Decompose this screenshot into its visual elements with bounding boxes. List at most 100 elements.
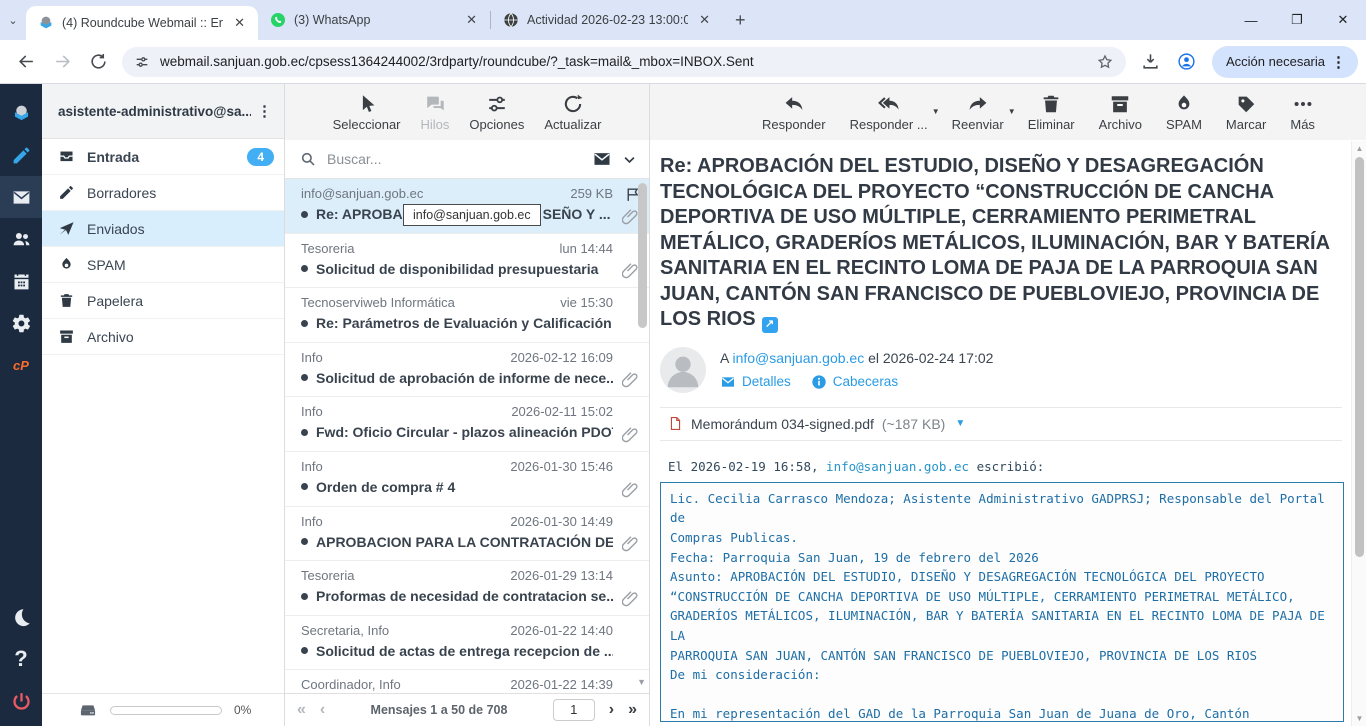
contacts-nav-button[interactable] [0,218,42,260]
folder-item-archivo[interactable]: Archivo [42,319,284,355]
message-list-item[interactable]: Secretaria, Info2026-01-22 14:40 Solicit… [285,616,649,671]
bookmark-star-icon[interactable] [1096,53,1114,71]
download-icon[interactable] [1134,46,1166,78]
page-number-input[interactable]: 1 [553,699,595,721]
new-tab-button[interactable]: + [723,10,758,31]
headers-link[interactable]: Cabeceras [811,374,898,390]
message-list-item[interactable]: Info2026-02-12 16:09 Solicitud de aproba… [285,343,649,398]
attachment-item[interactable]: Memorándum 034-signed.pdf (~187 KB) ▼ [660,407,1342,441]
next-page-button[interactable]: › [609,701,614,719]
folder-item-borradores[interactable]: Borradores [42,175,284,211]
url-text[interactable]: webmail.sanjuan.gob.ec/cpsess1364244002/… [160,54,1096,69]
attachment-menu-caret-icon[interactable]: ▼ [955,418,965,429]
message-list-item[interactable]: Coordinador, Info2026-01-22 14:39 [285,670,649,693]
recipient-email-link[interactable]: info@sanjuan.gob.ec [732,350,864,366]
message-subject-text: Solicitud de disponibilidad presupuestar… [316,261,598,277]
folder-item-spam[interactable]: SPAM [42,247,284,283]
archivo-button[interactable]: Archivo [1099,93,1142,132]
recipient-line: A info@sanjuan.gob.ec el 2026-02-24 17:0… [720,350,993,366]
folder-label: Borradores [87,185,274,201]
reenviar-button[interactable]: ▼Reenviar [952,93,1004,132]
message-list-item[interactable]: Tesorerialun 14:44 Solicitud de disponib… [285,234,649,289]
opciones-button[interactable]: Opciones [469,93,524,132]
folder-item-enviados[interactable]: Enviados [42,211,284,247]
tab-close-icon[interactable]: ✕ [231,15,248,31]
mail-nav-button[interactable] [0,176,42,218]
search-scope-mail-icon[interactable] [592,149,612,169]
compose-button[interactable] [0,134,42,176]
dropdown-caret-icon[interactable]: ▼ [1008,107,1016,116]
search-options-chevron-icon[interactable] [622,152,637,167]
window-minimize-button[interactable]: — [1228,13,1274,28]
browser-tab[interactable]: Actividad 2026-02-23 13:00:00✕ [491,0,723,40]
address-bar[interactable]: webmail.sanjuan.gob.ec/cpsess1364244002/… [122,47,1126,77]
reader-scrollbar[interactable]: ▲ ▼ [1351,141,1366,726]
calendar-nav-button[interactable] [0,260,42,302]
message-list-item[interactable]: Tecnoserviweb Informáticavie 15:30 Re: P… [285,288,649,343]
window-restore-button[interactable]: ❐ [1274,12,1320,28]
action-needed-button[interactable]: Acción necesaria ⋮ [1212,46,1358,78]
cpanel-icon[interactable]: cP [0,344,42,386]
scroll-down-icon[interactable]: ▼ [1352,714,1366,723]
eliminar-button[interactable]: Eliminar [1028,93,1075,132]
settings-nav-button[interactable] [0,302,42,344]
message-list-item[interactable]: info@sanjuan.gob.ec259 KB Re: APROBACIin… [285,179,649,234]
prev-page-button[interactable]: ‹ [320,701,325,719]
browser-tab[interactable]: (4) Roundcube Webmail :: Envia✕ [26,6,258,40]
logout-power-icon[interactable] [0,680,42,722]
reload-button[interactable] [82,46,114,78]
browser-tabstrip: ⌄ (4) Roundcube Webmail :: Envia✕(3) Wha… [0,0,1366,40]
action-needed-label: Acción necesaria [1226,54,1325,69]
más-button[interactable]: Más [1290,93,1315,132]
profile-avatar-icon[interactable] [1170,46,1202,78]
marcar-button[interactable]: Marcar [1226,93,1266,132]
message-date: 2026-01-22 14:40 [510,623,613,638]
search-bar[interactable]: Buscar... [285,140,649,179]
folder-menu-icon[interactable]: ⋮ [251,102,278,120]
tab-list-chevron-icon[interactable]: ⌄ [0,14,26,27]
message-sender: Info [301,459,502,474]
scroll-up-icon[interactable]: ▲ [1352,144,1366,153]
message-list-item[interactable]: Tesoreria2026-01-29 13:14 Proformas de n… [285,561,649,616]
tab-close-icon[interactable]: ✕ [463,12,480,28]
back-button[interactable] [10,46,42,78]
unread-dot-icon [301,647,308,654]
folder-label: SPAM [87,257,274,273]
message-list-item[interactable]: Info2026-01-30 14:49 APROBACION PARA LA … [285,507,649,562]
responder-button[interactable]: ▼Responder ... [850,93,928,132]
seleccionar-button[interactable]: Seleccionar [333,93,401,132]
list-scrollbar-thumb[interactable] [638,183,647,328]
open-external-icon[interactable]: ↗ [762,317,778,333]
spam-button[interactable]: SPAM [1166,93,1202,132]
actualizar-button[interactable]: Actualizar [544,93,601,132]
disk-icon [78,700,98,720]
details-link[interactable]: Detalles [720,374,791,390]
info-icon [811,374,827,390]
inbox-icon [58,148,75,165]
browser-menu-icon[interactable]: ⋮ [1325,53,1352,71]
list-scrollbar-down-icon[interactable]: ▼ [637,677,646,687]
quoted-sender-link[interactable]: info@sanjuan.gob.ec [826,459,969,474]
browser-tab[interactable]: (3) WhatsApp✕ [258,0,490,40]
help-icon[interactable]: ? [0,638,42,680]
folder-item-papelera[interactable]: Papelera [42,283,284,319]
site-settings-icon[interactable] [134,54,150,70]
message-list-item[interactable]: Info2026-02-11 15:02 Fwd: Oficio Circula… [285,397,649,452]
search-input[interactable]: Buscar... [327,151,582,167]
dropdown-caret-icon[interactable]: ▼ [932,107,940,116]
window-close-button[interactable]: ✕ [1320,12,1366,28]
first-page-button[interactable]: « [297,701,306,719]
message-list-item[interactable]: Info2026-01-30 15:46 Orden de compra # 4 [285,452,649,507]
folder-item-entrada[interactable]: Entrada4 [42,139,284,175]
app-icon-rail: cP ? [0,84,42,726]
message-sender: Secretaria, Info [301,623,502,638]
tab-close-icon[interactable]: ✕ [696,12,713,28]
reader-scrollbar-thumb[interactable] [1355,157,1364,557]
account-header[interactable]: asistente-administrativo@sa... ⋮ [42,84,284,139]
last-page-button[interactable]: » [628,701,637,719]
forward-button[interactable] [46,46,78,78]
hilos-button[interactable]: Hilos [421,93,450,132]
message-sender: Tecnoserviweb Informática [301,295,552,310]
dark-mode-icon[interactable] [0,596,42,638]
responder-button[interactable]: Responder [762,93,826,132]
